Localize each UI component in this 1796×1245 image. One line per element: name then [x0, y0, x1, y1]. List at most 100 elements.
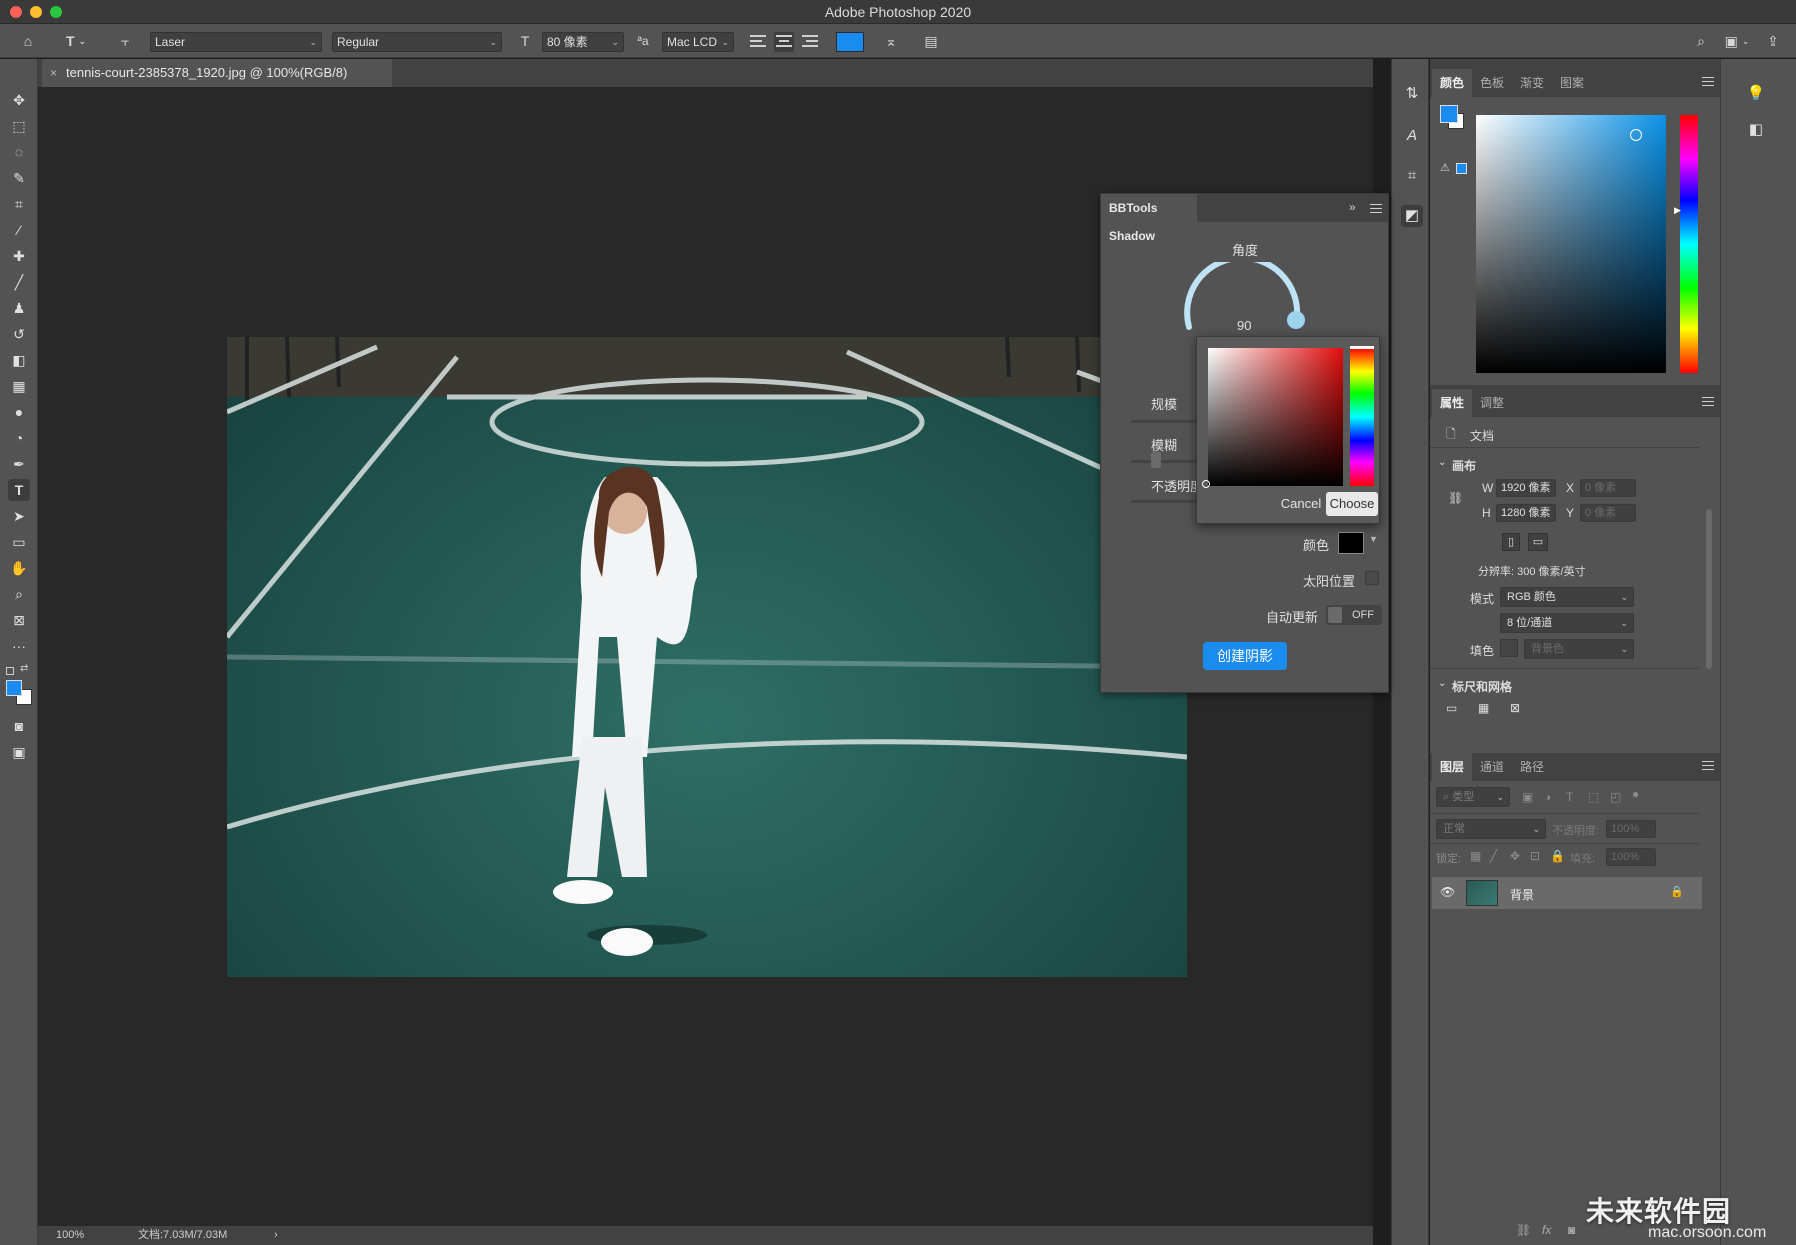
lock-position-icon[interactable]: ✥	[1510, 849, 1520, 863]
type-tool-icon[interactable]: T	[8, 479, 30, 501]
hand-tool-icon[interactable]: ✋	[8, 557, 30, 579]
eye-icon[interactable]: 👁	[1440, 885, 1455, 899]
sun-position-checkbox[interactable]	[1365, 571, 1379, 585]
layer-row[interactable]: 👁 背景 🔒	[1432, 877, 1702, 909]
minimize-window-button[interactable]	[30, 6, 42, 18]
crop-tool-icon[interactable]: ⌗	[8, 193, 30, 215]
fill-select[interactable]: 背景色 ⌄	[1524, 639, 1634, 659]
marquee-tool-icon[interactable]: ⬚	[8, 115, 30, 137]
healing-brush-tool-icon[interactable]: ✚	[8, 245, 30, 267]
eyedropper-tool-icon[interactable]: ⁄	[8, 219, 30, 241]
width-field[interactable]: 1920 像素	[1496, 479, 1556, 497]
bit-depth-select[interactable]: 8 位/通道 ⌄	[1500, 613, 1634, 633]
brush-tool-icon[interactable]: ╱	[8, 271, 30, 293]
foreground-color-swatch[interactable]	[6, 680, 22, 696]
close-window-button[interactable]	[10, 6, 22, 18]
collapse-panel-icon[interactable]: »	[1349, 200, 1356, 214]
home-icon[interactable]: ⌂	[16, 29, 40, 53]
picker-saturation-field[interactable]	[1208, 348, 1343, 486]
rulers-section-title[interactable]: 标尺和网格	[1452, 678, 1512, 695]
quick-mask-icon[interactable]: ◙	[8, 715, 30, 737]
learn-panel-icon[interactable]: 💡	[1745, 83, 1767, 105]
canvas-photo[interactable]	[227, 337, 1187, 977]
character-panel-icon[interactable]: A	[1401, 125, 1423, 147]
tab-patterns[interactable]: 图案	[1552, 69, 1592, 97]
mode-select[interactable]: RGB 颜色 ⌄	[1500, 587, 1634, 607]
zoom-level[interactable]: 100%	[56, 1226, 84, 1245]
character-panel-icon[interactable]: ▤	[920, 29, 942, 53]
bbtools-panel-icon[interactable]: ◩	[1401, 205, 1423, 227]
tab-gradients[interactable]: 渐变	[1512, 69, 1552, 97]
tab-paths[interactable]: 路径	[1512, 753, 1552, 781]
color-foreground-swatch[interactable]	[1440, 105, 1458, 123]
share-icon[interactable]: ⇪	[1762, 29, 1784, 53]
quick-selection-tool-icon[interactable]: ✎	[8, 167, 30, 189]
y-field[interactable]: 0 像素	[1580, 504, 1636, 522]
color-saturation-field[interactable]	[1476, 115, 1666, 373]
font-style-select[interactable]: Regular ⌄	[332, 32, 502, 52]
document-tab[interactable]: × tennis-court-2385378_1920.jpg @ 100%(R…	[42, 59, 392, 87]
tab-adjustments[interactable]: 调整	[1472, 389, 1512, 417]
picker-hue-slider[interactable]	[1350, 348, 1374, 486]
panel-menu-icon[interactable]	[1370, 204, 1382, 216]
grid-icon[interactable]: ▦	[1478, 701, 1489, 715]
layer-fill-field[interactable]: 100%	[1606, 848, 1656, 866]
font-size-select[interactable]: 80 像素 ⌄	[542, 32, 624, 52]
color-field-cursor[interactable]	[1630, 129, 1642, 141]
bbtools-tab[interactable]: BBTools Shadow	[1101, 194, 1197, 243]
layer-name[interactable]: 背景	[1510, 886, 1534, 903]
link-icon[interactable]: ⛓	[1448, 491, 1463, 505]
panel-menu-icon[interactable]	[1702, 397, 1714, 409]
canvas-section-title[interactable]: 画布	[1452, 457, 1476, 474]
ruler-icon[interactable]: ▭	[1446, 701, 1457, 715]
filter-adjustment-icon[interactable]: ◑	[1544, 790, 1551, 804]
workspace-icon[interactable]: ▣ ⌄	[1720, 29, 1754, 53]
fill-swatch[interactable]	[1500, 639, 1518, 657]
x-field[interactable]: 0 像素	[1580, 479, 1636, 497]
filter-pixel-icon[interactable]: ▣	[1522, 790, 1533, 804]
libraries-panel-icon[interactable]: ◧	[1745, 119, 1767, 141]
shadow-color-swatch[interactable]	[1338, 532, 1364, 554]
blend-mode-select[interactable]: 正常 ⌄	[1436, 819, 1546, 839]
add-mask-icon[interactable]: ◙	[1568, 1223, 1575, 1237]
gradient-tool-icon[interactable]: ▦	[8, 375, 30, 397]
antialias-select[interactable]: Mac LCD ⌄	[662, 32, 734, 52]
chevron-down-icon[interactable]: ⌄	[1438, 457, 1446, 468]
history-brush-tool-icon[interactable]: ↺	[8, 323, 30, 345]
font-family-select[interactable]: Laser ⌄	[150, 32, 322, 52]
properties-scrollbar[interactable]	[1706, 509, 1712, 669]
panel-menu-icon[interactable]	[1702, 77, 1714, 89]
guides-icon[interactable]: ⊠	[1510, 701, 1520, 715]
align-left-button[interactable]	[748, 32, 768, 52]
picker-cursor[interactable]	[1202, 480, 1210, 488]
type-tool-preset-icon[interactable]: T ⌄	[58, 29, 94, 53]
lock-all-icon[interactable]: 🔒	[1550, 849, 1565, 863]
screen-mode-icon[interactable]: ▣	[8, 741, 30, 763]
zoom-tool-icon[interactable]: ⌕	[8, 583, 30, 605]
filter-smart-object-icon[interactable]: ◰	[1610, 790, 1621, 804]
blur-slider-thumb[interactable]	[1151, 452, 1161, 468]
filter-shape-icon[interactable]: ⬚	[1588, 790, 1599, 804]
eraser-tool-icon[interactable]: ◧	[8, 349, 30, 371]
layer-style-icon[interactable]: fx	[1542, 1223, 1551, 1237]
swap-colors-icon[interactable]: ⇄	[20, 663, 28, 674]
gamut-swatch[interactable]	[1456, 163, 1467, 174]
status-expand-icon[interactable]: ›	[274, 1226, 278, 1245]
history-panel-icon[interactable]: ⇅	[1401, 83, 1423, 105]
clone-stamp-tool-icon[interactable]: ♟	[8, 297, 30, 319]
tab-color[interactable]: 颜色	[1432, 69, 1473, 97]
pen-tool-icon[interactable]: ✒	[8, 453, 30, 475]
filter-type-icon[interactable]: T	[1566, 790, 1573, 804]
tab-swatches[interactable]: 色板	[1472, 69, 1512, 97]
blur-tool-icon[interactable]: ●	[8, 401, 30, 423]
layer-opacity-field[interactable]: 100%	[1606, 820, 1656, 838]
more-tools-icon[interactable]: ···	[8, 635, 30, 657]
create-shadow-button[interactable]: 创建阴影	[1203, 642, 1287, 670]
picker-choose-button[interactable]: Choose	[1326, 492, 1378, 516]
layer-filter-select[interactable]: ⌕ 类型 ⌄	[1436, 787, 1510, 807]
close-document-icon[interactable]: ×	[50, 59, 57, 87]
path-selection-tool-icon[interactable]: ➤	[8, 505, 30, 527]
crop-panel-icon[interactable]: ⌗	[1401, 165, 1423, 187]
tab-properties[interactable]: 属性	[1432, 389, 1473, 417]
rectangle-tool-icon[interactable]: ▭	[8, 531, 30, 553]
